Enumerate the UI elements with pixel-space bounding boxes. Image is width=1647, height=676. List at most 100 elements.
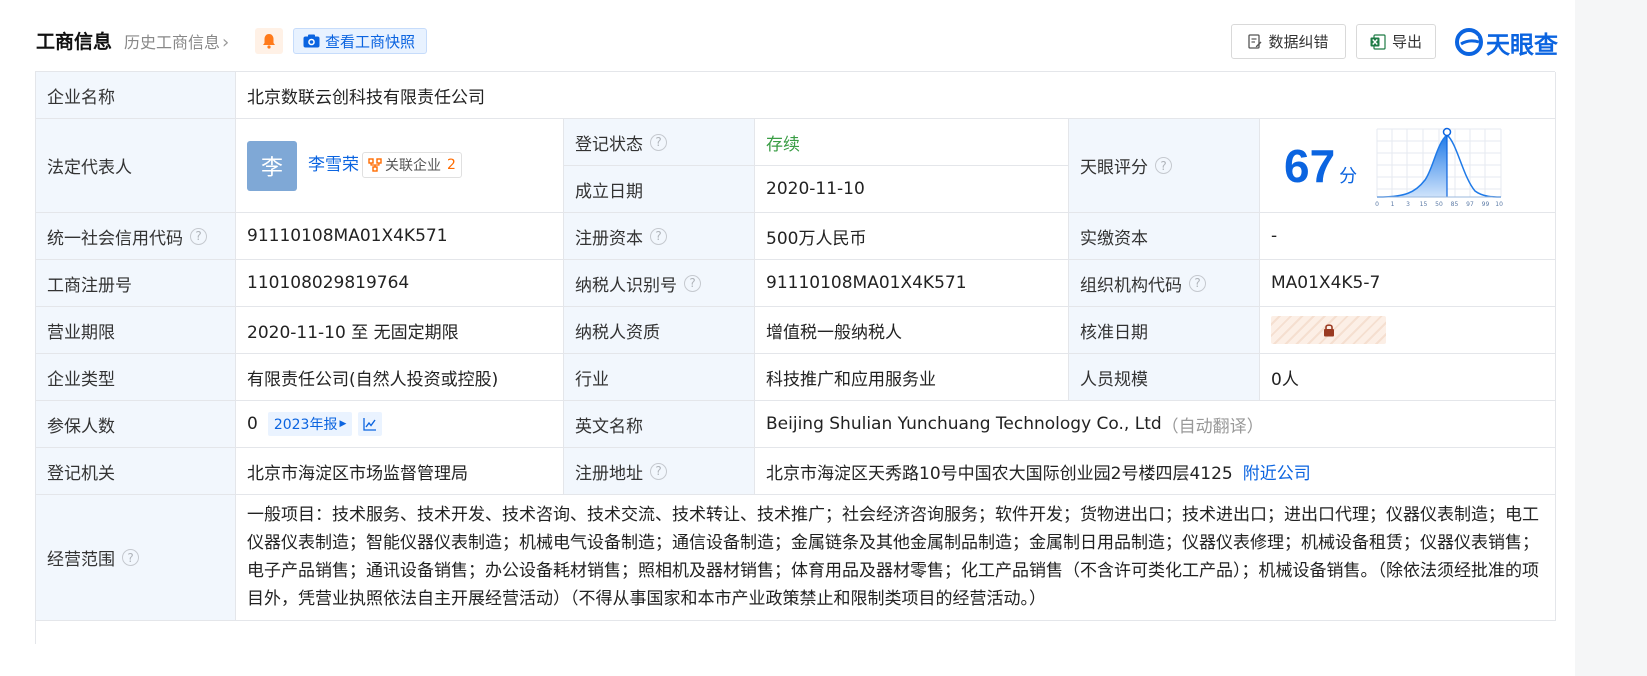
help-icon[interactable]: ? xyxy=(650,462,667,480)
chart-tick-label: 0 xyxy=(1375,201,1379,208)
english-name-cell: Beijing Shulian Yunchuang Technology Co.… xyxy=(755,401,1556,448)
found-date-value: 2020-11-10 xyxy=(755,166,1069,213)
taxpayer-id-label: 纳税人识别号? xyxy=(564,260,755,307)
help-icon[interactable]: ? xyxy=(684,274,701,292)
term-label: 营业期限 xyxy=(36,307,236,354)
english-name-label: 英文名称 xyxy=(564,401,755,448)
network-icon xyxy=(368,157,382,172)
reg-capital-label: 注册资本? xyxy=(564,213,755,260)
reg-address-cell: 北京市海淀区天秀路10号中国农大国际创业园2号楼四层4125 附近公司 xyxy=(755,448,1556,495)
taxpayer-qual-value: 增值税一般纳税人 xyxy=(755,307,1069,354)
locked-content[interactable] xyxy=(1271,316,1386,344)
score-unit: 分 xyxy=(1339,165,1358,187)
term-value: 2020-11-10 至 无固定期限 xyxy=(236,307,564,354)
chart-tick-label: 97 xyxy=(1466,201,1474,208)
reg-capital-label-text: 注册资本 xyxy=(575,228,643,249)
data-correction-button[interactable]: 数据纠错 xyxy=(1231,24,1346,59)
company-type-value: 有限责任公司(自然人投资或控股) xyxy=(236,354,564,401)
section-header: 工商信息 历史工商信息 › 查看工商快照 数据纠错 导出 天眼查 xyxy=(0,0,1575,68)
reg-status-label-text: 登记状态 xyxy=(575,134,643,155)
annual-report-label: 2023年报 xyxy=(273,417,338,433)
help-icon[interactable]: ? xyxy=(650,227,667,245)
industry-label: 行业 xyxy=(564,354,755,401)
annual-report-button[interactable]: 2023年报 ▶ xyxy=(267,412,353,436)
paid-capital-label: 实缴资本 xyxy=(1069,213,1260,260)
org-code-value: MA01X4K5-7 xyxy=(1260,260,1556,307)
reg-authority-value: 北京市海淀区市场监督管理局 xyxy=(236,448,564,495)
insured-value: 0 xyxy=(247,414,258,434)
business-scope-label-text: 经营范围 xyxy=(47,550,115,570)
trend-chart-icon xyxy=(363,418,377,431)
help-icon[interactable]: ? xyxy=(1155,157,1172,174)
org-code-label-text: 组织机构代码 xyxy=(1080,275,1182,296)
caret-right-icon: ▶ xyxy=(339,419,347,429)
industry-value: 科技推广和应用服务业 xyxy=(755,354,1069,401)
avatar[interactable]: 李 xyxy=(247,140,297,191)
related-companies-badge[interactable]: 关联企业 2 xyxy=(362,151,462,178)
english-name-value: Beijing Shulian Yunchuang Technology Co.… xyxy=(766,414,1162,434)
approval-date-cell xyxy=(1260,307,1556,354)
reg-capital-value: 500万人民币 xyxy=(755,213,1069,260)
snapshot-button[interactable]: 查看工商快照 xyxy=(293,28,427,54)
excel-icon xyxy=(1370,33,1386,50)
history-link-label: 历史工商信息 xyxy=(124,33,221,52)
tianyancha-logo: 天眼查 xyxy=(1455,27,1558,59)
help-icon[interactable]: ? xyxy=(122,549,139,566)
data-correction-label: 数据纠错 xyxy=(1268,33,1329,51)
score-label-text: 天眼评分 xyxy=(1080,158,1148,178)
bell-icon xyxy=(263,34,275,49)
reg-status-label: 登记状态? xyxy=(564,119,755,166)
insured-cell: 0 2023年报 ▶ xyxy=(236,401,564,448)
chevron-right-icon: › xyxy=(222,32,230,53)
taxpayer-id-label-text: 纳税人识别号 xyxy=(575,275,677,296)
help-icon[interactable]: ? xyxy=(650,133,667,151)
company-name-label: 企业名称 xyxy=(36,72,236,119)
snapshot-label: 查看工商快照 xyxy=(325,32,416,51)
taxpayer-qual-label: 纳税人资质 xyxy=(564,307,755,354)
reg-no-value: 110108029819764 xyxy=(236,260,564,307)
chart-tick-label: 3 xyxy=(1406,201,1410,208)
legal-rep-name-link[interactable]: 李雪荣 xyxy=(308,150,359,175)
legal-rep-label: 法定代表人 xyxy=(36,119,236,213)
credit-code-label-text: 统一社会信用代码 xyxy=(47,228,183,249)
reg-no-label: 工商注册号 xyxy=(36,260,236,307)
help-icon[interactable]: ? xyxy=(1189,274,1206,292)
score-display: 67 分 xyxy=(1284,139,1357,193)
history-business-info-link[interactable]: 历史工商信息 › xyxy=(124,29,229,53)
found-date-label: 成立日期 xyxy=(564,166,755,213)
approval-date-label: 核准日期 xyxy=(1069,307,1260,354)
logo-text: 天眼查 xyxy=(1486,30,1558,59)
business-info-card: 工商信息 历史工商信息 › 查看工商快照 数据纠错 导出 天眼查 企业名称 北京数… xyxy=(0,0,1575,676)
reg-address-label: 注册地址? xyxy=(564,448,755,495)
company-type-label: 企业类型 xyxy=(36,354,236,401)
paid-capital-value: - xyxy=(1260,213,1556,260)
related-companies-label: 关联企业 xyxy=(385,157,441,174)
camera-icon xyxy=(303,34,320,48)
help-icon[interactable]: ? xyxy=(190,227,207,245)
related-companies-count: 2 xyxy=(447,156,456,173)
score-label: 天眼评分? xyxy=(1069,119,1260,213)
score-cell[interactable]: 67 分 0 1 3 15 50 85 97 99 100 xyxy=(1260,119,1556,213)
auto-translate-note: （自动翻译） xyxy=(1161,416,1264,437)
insured-label: 参保人数 xyxy=(36,401,236,448)
credit-code-label: 统一社会信用代码? xyxy=(36,213,236,260)
chart-tick-label: 100 xyxy=(1495,201,1503,208)
taxpayer-id-value: 91110108MA01X4K571 xyxy=(755,260,1069,307)
nearby-companies-link[interactable]: 附近公司 xyxy=(1243,459,1311,484)
reg-authority-label: 登记机关 xyxy=(36,448,236,495)
score-distribution-chart: 0 1 3 15 50 85 97 99 100 xyxy=(1375,127,1503,208)
credit-code-value: 91110108MA01X4K571 xyxy=(236,213,564,260)
staff-size-value: 0人 xyxy=(1260,354,1556,401)
trend-chart-button[interactable] xyxy=(358,412,383,436)
export-button[interactable]: 导出 xyxy=(1356,24,1436,59)
legal-rep-cell: 李 李雪荣 关联企业 2 xyxy=(236,119,564,213)
section-title: 工商信息 xyxy=(36,31,113,53)
business-info-table: 企业名称 北京数联云创科技有限责任公司 法定代表人 李 李雪荣 关联企业 2 登记… xyxy=(35,71,1556,644)
bell-button[interactable] xyxy=(255,28,283,54)
reg-address-value: 北京市海淀区天秀路10号中国农大国际创业园2号楼四层4125 xyxy=(766,463,1233,484)
chart-tick-label: 85 xyxy=(1451,201,1459,208)
reg-status-value: 存续 xyxy=(755,119,1069,166)
lock-icon xyxy=(1323,324,1334,337)
business-scope-value: 一般项目：技术服务、技术开发、技术咨询、技术交流、技术转让、技术推广；社会经济咨… xyxy=(236,495,1556,621)
score-number: 67 xyxy=(1284,139,1336,192)
